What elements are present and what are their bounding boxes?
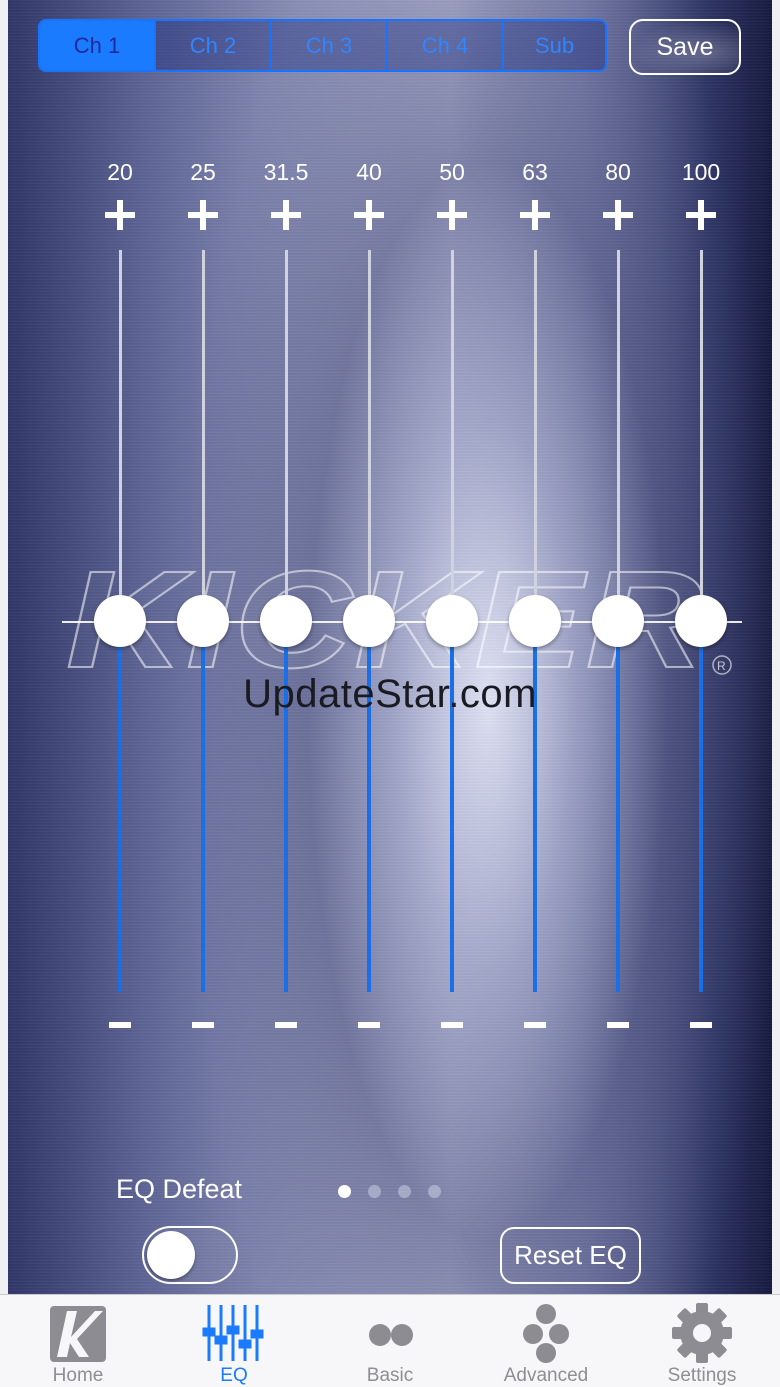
- toggle-knob[interactable]: [147, 1231, 195, 1279]
- plus-icon[interactable]: [520, 200, 550, 230]
- band-frequency-label: 20: [107, 159, 133, 185]
- minus-icon[interactable]: [358, 1022, 380, 1028]
- slider-knob[interactable]: [426, 595, 478, 647]
- slider-knob[interactable]: [592, 595, 644, 647]
- slider-knob[interactable]: [509, 595, 561, 647]
- tab-settings[interactable]: Settings: [624, 1295, 780, 1387]
- save-button[interactable]: Save: [629, 19, 741, 75]
- tab-ch-1[interactable]: Ch 1: [40, 21, 156, 70]
- plus-icon[interactable]: [354, 200, 384, 230]
- eq-band-50: 50: [412, 150, 492, 1050]
- plus-icon[interactable]: [105, 200, 135, 230]
- tab-advanced[interactable]: Advanced: [468, 1295, 624, 1387]
- tab-label-settings: Settings: [667, 1365, 737, 1386]
- page-dot[interactable]: [428, 1185, 441, 1198]
- slider-track-upper[interactable]: [368, 250, 371, 622]
- eq-band-40: 40: [329, 150, 409, 1050]
- eq-defeat-label: EQ Defeat: [116, 1174, 243, 1204]
- slider-knob[interactable]: [177, 595, 229, 647]
- four-dots-icon: [523, 1304, 569, 1363]
- eq-band-100: 100: [661, 150, 741, 1050]
- channel-selector: Ch 1 Ch 2 Ch 3 Ch 4 Sub: [38, 19, 607, 72]
- two-dots-icon: [369, 1324, 413, 1346]
- slider-knob[interactable]: [343, 595, 395, 647]
- tab-ch-3[interactable]: Ch 3: [272, 21, 388, 70]
- kicker-k-icon: [50, 1306, 106, 1362]
- band-frequency-label: 63: [522, 159, 548, 185]
- page-indicator[interactable]: [338, 1185, 441, 1198]
- eq-defeat-toggle[interactable]: [142, 1226, 238, 1284]
- band-frequency-label: 80: [605, 159, 631, 185]
- plus-icon[interactable]: [603, 200, 633, 230]
- tab-basic[interactable]: Basic: [312, 1295, 468, 1387]
- plus-icon[interactable]: [271, 200, 301, 230]
- tab-ch-4[interactable]: Ch 4: [388, 21, 504, 70]
- page-dot[interactable]: [368, 1185, 381, 1198]
- slider-track-upper[interactable]: [451, 250, 454, 622]
- slider-knob[interactable]: [94, 595, 146, 647]
- slider-track-upper[interactable]: [534, 250, 537, 622]
- minus-icon[interactable]: [524, 1022, 546, 1028]
- minus-icon[interactable]: [607, 1022, 629, 1028]
- watermark-text: UpdateStar.com: [243, 672, 537, 716]
- tab-eq[interactable]: EQ: [156, 1295, 312, 1387]
- gear-icon: [672, 1303, 732, 1363]
- reset-eq-button[interactable]: Reset EQ: [500, 1227, 641, 1284]
- tab-sub[interactable]: Sub: [504, 21, 605, 70]
- slider-knob[interactable]: [675, 595, 727, 647]
- band-frequency-label: 40: [356, 159, 382, 185]
- slider-track-upper[interactable]: [700, 250, 703, 622]
- plus-icon[interactable]: [437, 200, 467, 230]
- minus-icon[interactable]: [275, 1022, 297, 1028]
- minus-icon[interactable]: [690, 1022, 712, 1028]
- eq-band-20: 20: [80, 150, 160, 1050]
- plus-icon[interactable]: [188, 200, 218, 230]
- minus-icon[interactable]: [192, 1022, 214, 1028]
- eq-band-31-5: 31.5: [246, 150, 326, 1050]
- tab-label-home: Home: [52, 1365, 104, 1386]
- page-dot[interactable]: [398, 1185, 411, 1198]
- band-frequency-label: 50: [439, 159, 465, 185]
- app-screen: Ch 1 Ch 2 Ch 3 Ch 4 Sub Save KICKER R 20…: [0, 0, 780, 1387]
- slider-track-upper[interactable]: [285, 250, 288, 622]
- eq-band-80: 80: [578, 150, 658, 1050]
- band-frequency-label: 31.5: [263, 159, 309, 185]
- band-frequency-label: 25: [190, 159, 216, 185]
- tab-label-eq: EQ: [220, 1365, 248, 1386]
- slider-track-upper[interactable]: [617, 250, 620, 622]
- slider-track-upper[interactable]: [202, 250, 205, 622]
- page-dot[interactable]: [338, 1185, 351, 1198]
- tab-ch-2[interactable]: Ch 2: [156, 21, 272, 70]
- slider-knob[interactable]: [260, 595, 312, 647]
- bottom-tab-bar: Home EQ Basic Advanced Settings: [0, 1294, 780, 1387]
- slider-track-upper[interactable]: [119, 250, 122, 622]
- eq-sliders-icon: [202, 1305, 264, 1361]
- plus-icon[interactable]: [686, 200, 716, 230]
- minus-icon[interactable]: [109, 1022, 131, 1028]
- tab-home[interactable]: Home: [0, 1295, 156, 1387]
- minus-icon[interactable]: [441, 1022, 463, 1028]
- eq-band-63: 63: [495, 150, 575, 1050]
- band-frequency-label: 100: [681, 159, 721, 185]
- tab-label-basic: Basic: [366, 1365, 414, 1386]
- tab-label-advanced: Advanced: [503, 1365, 589, 1386]
- eq-band-25: 25: [163, 150, 243, 1050]
